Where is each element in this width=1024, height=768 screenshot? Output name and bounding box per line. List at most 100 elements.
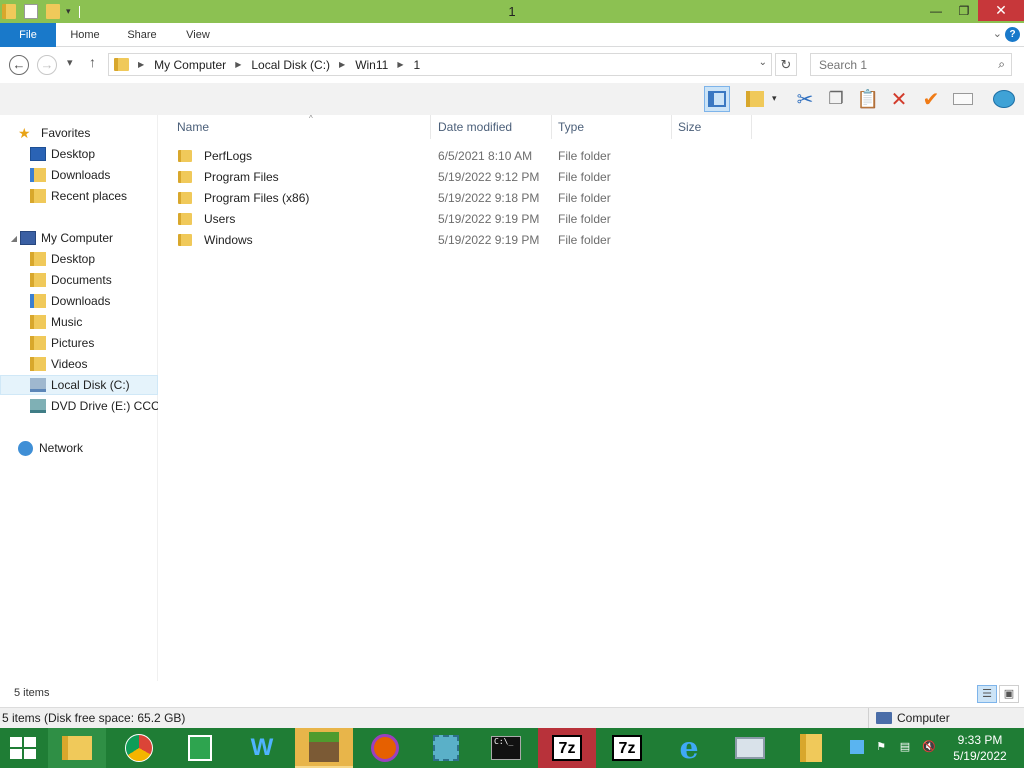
expand-ribbon-icon[interactable]: ⌄: [993, 27, 1002, 40]
nav-computer-music[interactable]: Music: [0, 312, 158, 332]
window-title: 1: [508, 4, 516, 19]
taskbar-windscribe[interactable]: W: [233, 728, 291, 768]
globe-icon[interactable]: [991, 86, 1017, 112]
file-date: 5/19/2022 9:19 PM: [438, 232, 540, 247]
file-name: Program Files (x86): [204, 190, 310, 205]
breadcrumb-separator[interactable]: ▶: [339, 60, 345, 69]
taskbar-resource-monitor[interactable]: [721, 728, 779, 768]
file-explorer-icon: [62, 736, 92, 760]
taskbar-store[interactable]: [171, 728, 229, 768]
window-controls: — ❐ ✕: [922, 0, 1024, 21]
taskbar-cmd[interactable]: C:\_: [477, 728, 535, 768]
zone-label: Computer: [876, 711, 950, 725]
taskbar-file-explorer[interactable]: [48, 728, 106, 768]
nav-computer-downloads[interactable]: Downloads: [0, 291, 158, 311]
folder-icon: [178, 170, 192, 183]
search-input[interactable]: [811, 54, 981, 75]
breadcrumb-win11[interactable]: Win11: [355, 58, 388, 72]
preview-pane-icon[interactable]: [704, 86, 730, 112]
nav-network[interactable]: Network: [0, 438, 158, 458]
downloads-folder-icon: [30, 168, 46, 182]
taskbar-internet-explorer[interactable]: e: [660, 728, 718, 768]
tab-share[interactable]: Share: [120, 23, 164, 47]
file-row[interactable]: Program Files (x86) 5/19/2022 9:18 PM Fi…: [172, 187, 772, 208]
taskbar-regedit[interactable]: [417, 728, 475, 768]
taskbar-firefox[interactable]: [356, 728, 414, 768]
drive-icon: [30, 378, 46, 392]
recent-locations-icon[interactable]: ▾: [67, 56, 73, 69]
cut-icon[interactable]: ✂: [792, 86, 818, 112]
clock[interactable]: 9:33 PM 5/19/2022: [944, 732, 1016, 764]
action-center-flag-icon[interactable]: ⚑: [874, 740, 888, 754]
minimize-button[interactable]: —: [922, 0, 950, 21]
maximize-button[interactable]: ❐: [950, 0, 978, 21]
select-dropdown-icon[interactable]: ▾: [772, 93, 777, 104]
nav-favorite-recent[interactable]: Recent places: [0, 186, 158, 206]
file-type: File folder: [558, 148, 611, 163]
forward-button[interactable]: →: [37, 55, 57, 75]
large-icons-view-icon[interactable]: ▣: [999, 685, 1019, 703]
column-header-type[interactable]: Type: [552, 115, 672, 139]
file-row[interactable]: Windows 5/19/2022 9:19 PM File folder: [172, 229, 772, 250]
column-header-date[interactable]: Date modified: [432, 115, 552, 139]
nav-computer-documents[interactable]: Documents: [0, 270, 158, 290]
address-dropdown-icon[interactable]: ⌄: [759, 57, 767, 68]
nav-computer-pictures[interactable]: Pictures: [0, 333, 158, 353]
tab-home[interactable]: Home: [62, 23, 108, 47]
nav-computer-desktop[interactable]: Desktop: [0, 249, 158, 269]
file-row[interactable]: Program Files 5/19/2022 9:12 PM File fol…: [172, 166, 772, 187]
refresh-button[interactable]: ↻: [775, 53, 797, 76]
properties-icon[interactable]: [950, 86, 976, 112]
taskbar-7zip-2[interactable]: 7z: [598, 728, 656, 768]
column-header-size[interactable]: Size: [672, 115, 752, 139]
nav-dvd-drive[interactable]: DVD Drive (E:) CCCOMA_X64FRE: [0, 396, 158, 416]
nav-local-disk[interactable]: Local Disk (C:): [0, 375, 158, 395]
nav-favorite-downloads[interactable]: Downloads: [0, 165, 158, 185]
column-header-name[interactable]: Name ^: [171, 114, 431, 139]
firefox-icon: [371, 734, 399, 762]
file-date: 6/5/2021 8:10 AM: [438, 148, 533, 163]
expand-arrow-icon[interactable]: ◢: [8, 234, 20, 243]
search-icon[interactable]: ⌕: [998, 57, 1005, 72]
breadcrumb-my-computer[interactable]: My Computer: [154, 58, 226, 72]
file-row[interactable]: Users 5/19/2022 9:19 PM File folder: [172, 208, 772, 229]
search-box[interactable]: ⌕: [810, 53, 1012, 76]
show-desktop-icon[interactable]: [850, 740, 864, 754]
navigation-pane: ★ Favorites Desktop Downloads Recent pla…: [0, 115, 158, 681]
tab-view[interactable]: View: [176, 23, 220, 47]
rename-check-icon[interactable]: ✔: [918, 86, 944, 112]
taskbar-7zip[interactable]: 7z: [538, 728, 596, 768]
clock-time: 9:33 PM: [957, 733, 1003, 747]
tab-file[interactable]: File: [0, 23, 56, 47]
internet-explorer-icon: e: [679, 730, 699, 766]
close-button[interactable]: ✕: [978, 0, 1024, 21]
file-name: Users: [204, 211, 236, 226]
taskbar-minecraft[interactable]: [295, 728, 353, 768]
nav-my-computer[interactable]: ◢ My Computer: [0, 228, 158, 248]
chrome-icon: [125, 734, 153, 762]
file-date: 5/19/2022 9:18 PM: [438, 190, 540, 205]
details-view-icon[interactable]: ☰: [977, 685, 997, 703]
back-button[interactable]: ←: [9, 55, 29, 75]
network-status-icon[interactable]: ▤: [898, 740, 912, 754]
help-icon[interactable]: ?: [1005, 27, 1020, 42]
breadcrumb-current[interactable]: 1: [413, 58, 420, 72]
address-bar[interactable]: ▶ My Computer ▶ Local Disk (C:) ▶ Win11 …: [108, 53, 772, 76]
taskbar-folder[interactable]: [782, 728, 840, 768]
volume-muted-icon[interactable]: 🔇: [922, 740, 936, 754]
start-button[interactable]: [10, 737, 36, 759]
up-button[interactable]: ↑: [89, 54, 96, 70]
breadcrumb-separator[interactable]: ▶: [397, 60, 403, 69]
nav-favorite-desktop[interactable]: Desktop: [0, 144, 158, 164]
breadcrumb-local-disk[interactable]: Local Disk (C:): [251, 58, 330, 72]
nav-computer-videos[interactable]: Videos: [0, 354, 158, 374]
network-icon: [18, 440, 33, 456]
paste-icon[interactable]: 📋: [855, 86, 881, 112]
copy-icon[interactable]: ❐: [823, 86, 849, 112]
select-all-icon[interactable]: [742, 86, 768, 112]
file-row[interactable]: PerfLogs 6/5/2021 8:10 AM File folder: [172, 145, 772, 166]
delete-icon[interactable]: ✕: [886, 86, 912, 112]
taskbar-chrome[interactable]: [110, 728, 168, 768]
breadcrumb-separator[interactable]: ▶: [235, 60, 241, 69]
nav-favorites[interactable]: ★ Favorites: [0, 123, 158, 143]
